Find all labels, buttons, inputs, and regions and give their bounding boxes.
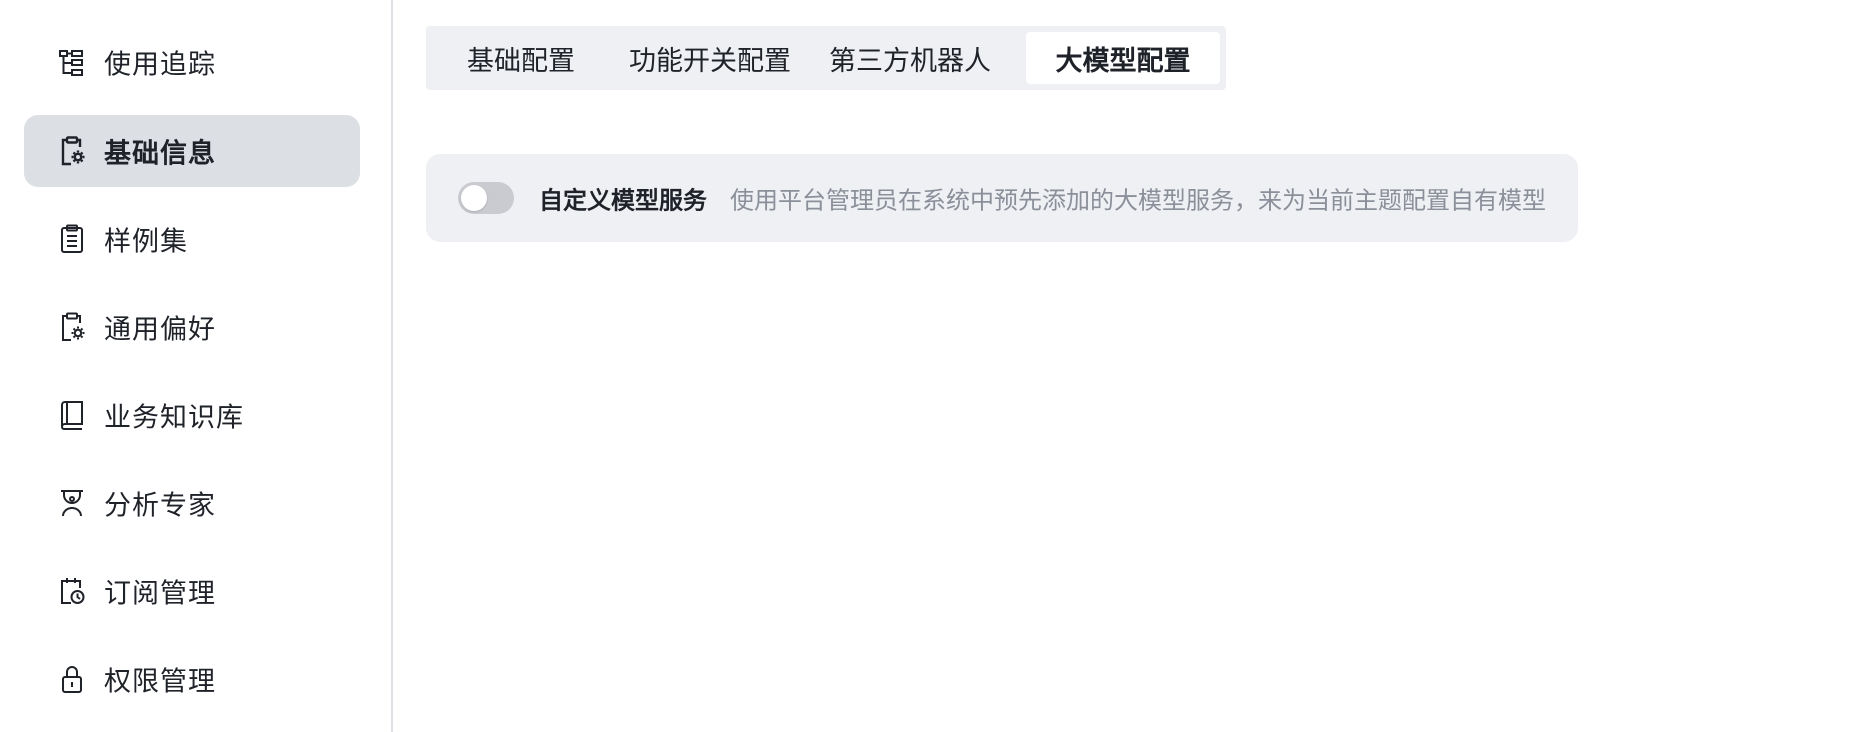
lock-icon — [58, 663, 86, 695]
sidebar-item-preferences[interactable]: 通用偏好 — [24, 291, 360, 363]
setting-description: 使用平台管理员在系统中预先添加的大模型服务，来为当前主题配置自有模型 — [730, 186, 1546, 215]
sidebar-item-usage-tracking[interactable]: 使用追踪 — [24, 26, 360, 98]
setting-title: 自定义模型服务 — [539, 186, 707, 215]
sidebar-item-analysis-expert[interactable]: 分析专家 — [24, 467, 360, 539]
sidebar-item-basic-info[interactable]: 基础信息 — [24, 115, 360, 187]
sidebar-item-knowledge-base[interactable]: 业务知识库 — [24, 379, 360, 451]
clipboard-gear-icon — [58, 311, 86, 343]
sidebar-item-label: 权限管理 — [104, 666, 216, 698]
config-tabs: 基础配置 功能开关配置 第三方机器人 大模型配置 — [426, 26, 1226, 90]
sidebar-item-label: 业务知识库 — [104, 402, 244, 434]
sidebar-item-label: 使用追踪 — [104, 49, 216, 81]
expert-icon — [58, 487, 86, 519]
app-root: 使用追踪 基础信息 样例集 通用偏好 业务知识库 分析专家 订阅管理 权限管理 … — [0, 0, 1868, 732]
tab-basic-config[interactable]: 基础配置 — [450, 32, 592, 84]
sidebar-item-label: 基础信息 — [104, 138, 216, 170]
book-icon — [58, 399, 86, 431]
sidebar-item-examples[interactable]: 样例集 — [24, 203, 360, 275]
custom-model-service-card: 自定义模型服务 使用平台管理员在系统中预先添加的大模型服务，来为当前主题配置自有… — [426, 154, 1578, 242]
calendar-clock-icon — [58, 575, 86, 607]
tab-feature-switches[interactable]: 功能开关配置 — [616, 32, 804, 84]
toggle-knob — [461, 185, 487, 211]
custom-model-service-toggle[interactable] — [458, 182, 514, 214]
tab-llm-config[interactable]: 大模型配置 — [1026, 32, 1220, 84]
sidebar-item-label: 样例集 — [104, 226, 188, 258]
sidebar-item-subscriptions[interactable]: 订阅管理 — [24, 555, 360, 627]
clipboard-gear-icon — [58, 135, 86, 167]
sidebar-item-label: 通用偏好 — [104, 314, 216, 346]
tab-third-party-bots[interactable]: 第三方机器人 — [816, 32, 1004, 84]
sidebar-item-label: 订阅管理 — [104, 578, 216, 610]
clipboard-list-icon — [58, 223, 86, 255]
sidebar-item-label: 分析专家 — [104, 490, 216, 522]
tree-structure-icon — [58, 46, 86, 78]
sidebar-item-permissions[interactable]: 权限管理 — [24, 643, 360, 715]
sidebar: 使用追踪 基础信息 样例集 通用偏好 业务知识库 分析专家 订阅管理 权限管理 — [0, 0, 393, 732]
